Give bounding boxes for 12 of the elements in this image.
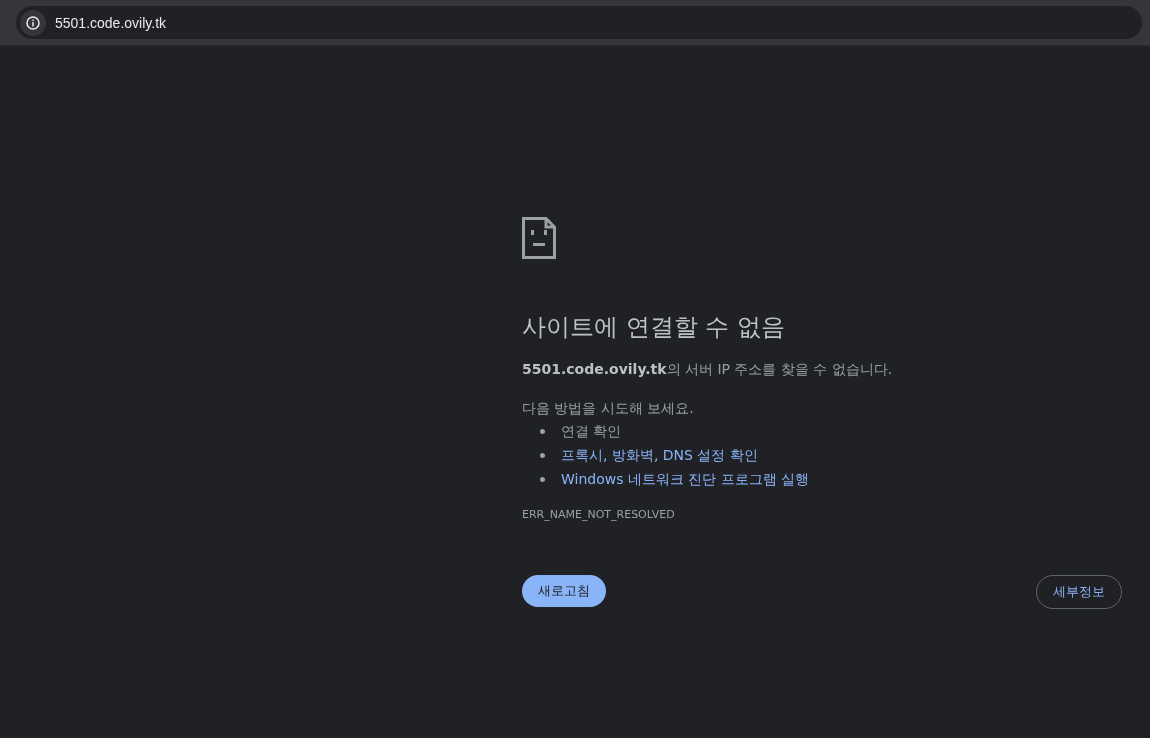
error-code: ERR_NAME_NOT_RESOLVED xyxy=(522,507,675,523)
error-title: 사이트에 연결할 수 없음 xyxy=(522,312,785,343)
address-bar[interactable]: 5501.code.ovily.tk xyxy=(16,6,1142,39)
suggestions-heading: 다음 방법을 시도해 보세요. xyxy=(522,399,694,418)
reload-button[interactable]: 새로고침 xyxy=(522,575,606,607)
suggestion-text: 연결 확인 xyxy=(561,422,622,441)
error-description: 5501.code.ovily.tk의 서버 IP 주소를 찾을 수 없습니다. xyxy=(522,360,893,379)
suggestion-link[interactable]: Windows 네트워크 진단 프로그램 실행 xyxy=(561,467,810,491)
info-icon[interactable] xyxy=(20,9,46,36)
url-text: 5501.code.ovily.tk xyxy=(55,14,167,31)
sad-page-icon xyxy=(522,217,556,259)
suggestion-link[interactable]: 프록시, 방화벽, DNS 설정 확인 xyxy=(561,443,758,467)
